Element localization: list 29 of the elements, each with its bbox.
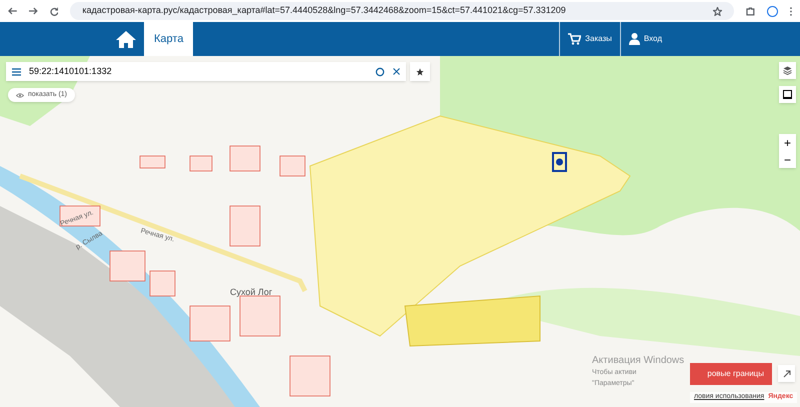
frame-button[interactable] bbox=[779, 86, 796, 103]
map-tab[interactable]: Карта bbox=[144, 22, 194, 56]
layers-icon bbox=[783, 66, 792, 75]
forward-icon[interactable] bbox=[28, 7, 38, 15]
user-icon bbox=[628, 33, 640, 45]
favorite-button[interactable] bbox=[410, 62, 430, 81]
address-bar[interactable]: кадастровая-карта.рус/кадастровая_карта#lat=57.4440528&lng=57.3442468&zoom=15&ct=57.441021&cg=57.331209 bbox=[70, 2, 734, 20]
zoom-out-button[interactable]: − bbox=[779, 151, 796, 168]
home-icon[interactable] bbox=[116, 30, 136, 48]
search-field[interactable]: 59:22:1410101:1332 bbox=[6, 62, 406, 81]
star-icon[interactable] bbox=[713, 6, 722, 16]
profile-icon[interactable] bbox=[767, 6, 778, 16]
back-icon[interactable] bbox=[8, 7, 17, 15]
menu-icon[interactable] bbox=[12, 68, 21, 76]
eye-icon bbox=[16, 92, 24, 98]
star-icon bbox=[416, 68, 424, 76]
close-icon[interactable] bbox=[393, 68, 400, 75]
square-icon bbox=[783, 90, 792, 99]
zoom-in-button[interactable]: + bbox=[779, 134, 796, 151]
boundaries-button[interactable]: ровые границы bbox=[690, 363, 772, 385]
search-input: 59:22:1410101:1332 bbox=[29, 64, 367, 78]
reload-icon[interactable] bbox=[50, 6, 58, 16]
place-label: Сухой Лог bbox=[230, 286, 272, 299]
share-icon bbox=[782, 370, 790, 378]
share-button[interactable] bbox=[778, 365, 795, 382]
layers-button[interactable] bbox=[779, 62, 796, 79]
cart-icon bbox=[568, 33, 582, 45]
activation-title: Активация Windows bbox=[592, 354, 684, 368]
search-icon[interactable] bbox=[375, 66, 385, 76]
